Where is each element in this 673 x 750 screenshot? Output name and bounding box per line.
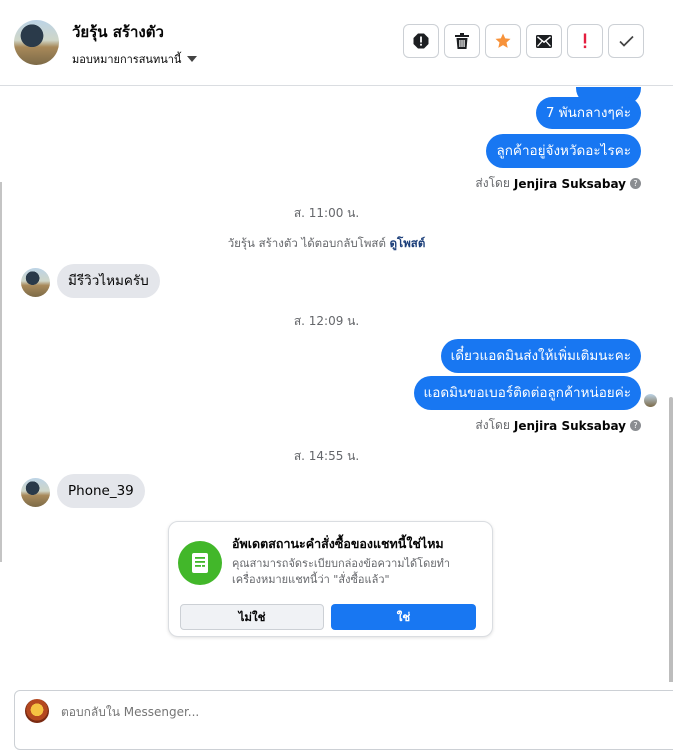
alert-octagon-icon	[413, 33, 429, 49]
sent-by-name: Jenjira Suksabay	[513, 176, 626, 191]
message-bubble-outgoing[interactable]: เดี๋ยวแอดมินส่งให้เพิ่มเติมนะคะ	[440, 339, 641, 373]
message-bubble-outgoing[interactable]: ลูกค้าอยู่จังหวัดอะไรคะ	[486, 134, 641, 168]
view-post-link[interactable]: ดูโพสต์	[390, 236, 426, 250]
assign-label: มอบหมายการสนทนานี้	[72, 53, 182, 66]
reply-composer	[14, 690, 673, 750]
trash-icon	[455, 33, 469, 49]
timestamp: ส. 12:09 น.	[293, 314, 360, 328]
conversation-header: วัยรุ้น สร้างตัว มอบหมายการสนทนานี้	[0, 0, 673, 86]
delete-button[interactable]	[444, 24, 480, 58]
mark-done-button[interactable]	[608, 24, 644, 58]
sent-by-info: ส่งโดย Jenjira Suksabay ?	[475, 174, 641, 193]
message-bubble-incoming[interactable]: มีรีวิวไหมครับ	[57, 264, 160, 298]
assign-conversation-dropdown[interactable]: มอบหมายการสนทนานี้	[72, 50, 198, 68]
order-receipt-icon	[178, 541, 222, 585]
system-message: วัยรุ้น สร้างตัว ได้ตอบกลับโพสต์ ดูโพสต์	[0, 235, 653, 253]
mark-unread-button[interactable]	[526, 24, 562, 58]
system-message-text: วัยรุ้น สร้างตัว ได้ตอบกลับโพสต์	[227, 236, 386, 250]
contact-avatar[interactable]	[14, 20, 59, 65]
timestamp: ส. 14:55 น.	[293, 449, 360, 463]
check-icon	[618, 35, 634, 47]
timestamp: ส. 11:00 น.	[293, 206, 360, 220]
exclamation-icon	[583, 33, 587, 49]
message-thread[interactable]: 7 พันกลางๆค่ะ ลูกค้าอยู่จังหวัดอะไรคะ ส่…	[0, 87, 673, 682]
message-bubble-incoming[interactable]: Phone_39	[57, 474, 145, 508]
star-button[interactable]	[485, 24, 521, 58]
contact-avatar-small[interactable]	[21, 268, 50, 297]
yes-button[interactable]: ใช่	[331, 604, 476, 630]
read-receipt-avatar	[644, 394, 657, 407]
card-description: คุณสามารถจัดระเบียบกล่องข้อความได้โดยทำเ…	[232, 557, 451, 586]
caret-down-icon	[187, 56, 198, 62]
spam-button[interactable]	[403, 24, 439, 58]
follow-up-button[interactable]	[567, 24, 603, 58]
envelope-icon	[536, 34, 552, 48]
sent-by-info: ส่งโดย Jenjira Suksabay ?	[475, 416, 641, 435]
star-icon	[495, 33, 511, 48]
card-title: อัพเดตสถานะคำสั่งซื้อของแชทนี้ใช่ไหม	[232, 536, 444, 551]
contact-name[interactable]: วัยรุ้น สร้างตัว	[72, 20, 164, 44]
no-button[interactable]: ไม่ใช่	[180, 604, 324, 630]
order-status-prompt: อัพเดตสถานะคำสั่งซื้อของแชทนี้ใช่ไหม คุณ…	[168, 521, 493, 637]
page-avatar	[25, 699, 49, 723]
sent-by-name: Jenjira Suksabay	[513, 418, 626, 433]
sent-by-label: ส่งโดย	[475, 418, 510, 432]
question-icon[interactable]: ?	[630, 178, 641, 189]
sent-by-label: ส่งโดย	[475, 176, 510, 190]
scrollbar-thumb[interactable]	[669, 397, 673, 682]
message-bubble-outgoing[interactable]: 7 พันกลางๆค่ะ	[535, 97, 641, 129]
reply-input[interactable]	[61, 705, 361, 719]
question-icon[interactable]: ?	[630, 420, 641, 431]
contact-avatar-small[interactable]	[21, 478, 50, 507]
conversation-toolbar	[403, 24, 644, 58]
message-bubble-outgoing[interactable]: แอดมินขอเบอร์ติดต่อลูกค้าหน่อยค่ะ	[413, 376, 641, 410]
